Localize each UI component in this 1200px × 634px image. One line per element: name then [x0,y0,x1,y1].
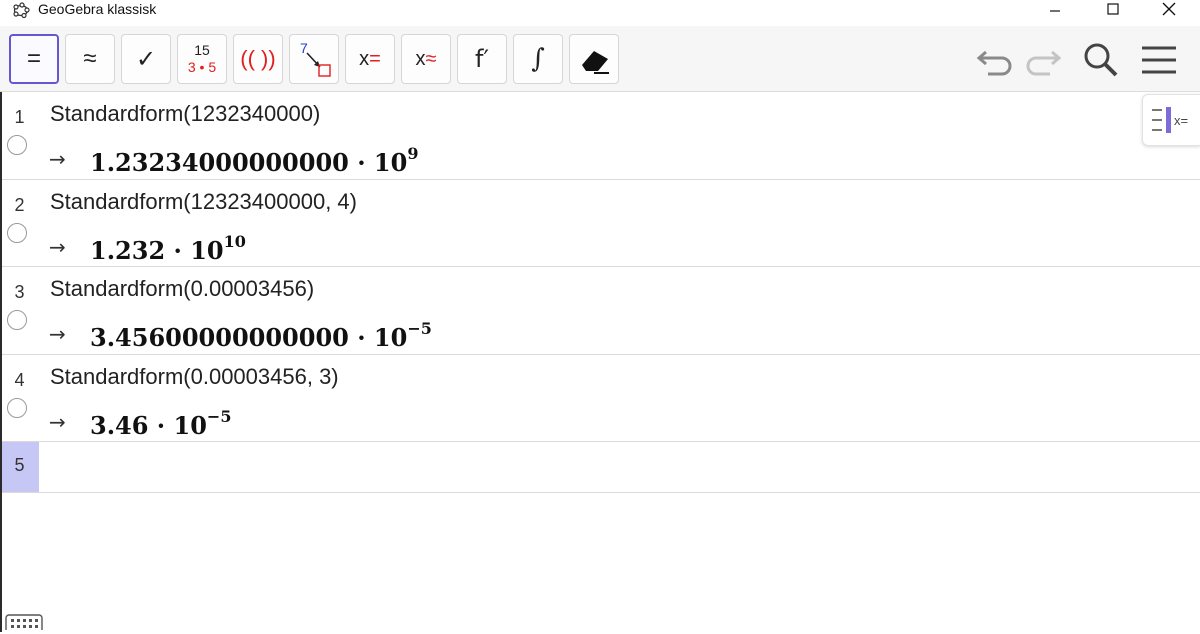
row-input[interactable]: Standardform(0.00003456, 3) [50,364,339,390]
cas-row[interactable]: 3 Standardform(0.00003456) → 3.456000000… [0,267,1200,355]
row-number: 3 [14,282,25,302]
derivative-tool[interactable]: f′ [457,34,507,84]
close-button[interactable] [1146,0,1192,18]
equals-icon: = [26,45,41,72]
output-mantissa: 3.45600000000000 · 10 [90,323,408,352]
maximize-icon [1107,3,1119,15]
algebra-view-icon: x= [1151,107,1188,133]
output-exponent: −5 [407,319,432,338]
cas-row[interactable]: 4 Standardform(0.00003456, 3) → 3.46 · 1… [0,355,1200,442]
substitute-icon: 7 [300,40,331,77]
checkmark-icon: ✓ [135,45,157,73]
factor-result-label: 3 • 5 [187,59,217,75]
cas-row[interactable]: 1 Standardform(1232340000) → 1.232340000… [0,92,1200,180]
numeric-approx-tool[interactable]: ≈ [65,34,115,84]
search-button[interactable] [1078,38,1122,82]
result-arrow-icon: → [49,410,66,434]
geogebra-logo-icon [12,1,30,19]
factor-number-label: 15 [194,42,210,58]
result-arrow-icon: → [49,147,66,171]
integral-tool[interactable]: ∫ [513,34,563,84]
eraser-icon [582,51,609,74]
title-bar: GeoGebra klassisk [0,0,1200,22]
solve-numeric-icon: x≈ [415,47,437,70]
close-icon [1162,2,1176,16]
visibility-toggle[interactable] [7,135,27,155]
output-exponent: 10 [223,232,246,251]
output-mantissa: 3.46 · 10 [90,411,207,440]
visibility-toggle[interactable] [7,310,27,330]
redo-icon [1026,50,1062,76]
minimize-icon [1050,10,1060,12]
substitute-tool[interactable]: 7 [289,34,339,84]
row-output: 1.232 · 1010 [90,232,246,265]
check-input-tool[interactable]: ✓ [121,34,171,84]
output-exponent: −5 [206,407,232,426]
result-arrow-icon: → [49,322,66,346]
solve-numerically-tool[interactable]: x≈ [401,34,451,84]
row-output: 3.45600000000000 · 10−5 [90,319,432,352]
integral-icon: ∫ [531,44,545,74]
row-output: 3.46 · 10−5 [90,407,231,440]
redo-button[interactable] [1020,38,1064,82]
output-mantissa: 1.232 · 10 [90,236,224,265]
window-title: GeoGebra klassisk [38,1,157,17]
row-input[interactable]: Standardform(0.00003456) [50,276,314,302]
panel-toggle-label: x= [1174,113,1188,128]
cas-row[interactable]: 2 Standardform(12323400000, 4) → 1.232 ·… [0,180,1200,267]
cas-toolbar: = ≈ ✓ 15 3 • 5 (( )) 7 x= x≈ f′ ∫ [0,26,1200,92]
solve-icon: x= [359,47,381,70]
derivative-icon: f′ [475,45,489,73]
output-mantissa: 1.23234000000000 · 10 [90,148,408,177]
symbolic-equals-tool[interactable]: = [9,34,59,84]
expand-tool[interactable]: (( )) [233,34,283,84]
visibility-toggle[interactable] [7,398,27,418]
output-exponent: 9 [407,144,419,163]
search-icon [1084,43,1118,77]
row-number: 1 [14,107,25,127]
solve-tool[interactable]: x= [345,34,395,84]
hamburger-menu-icon [1142,46,1176,74]
minimize-button[interactable] [1032,0,1078,18]
cas-input-row[interactable]: 5 [0,442,1200,493]
algebra-panel-toggle-button[interactable]: x= [1142,94,1200,146]
undo-button[interactable] [974,38,1018,82]
factor-icon: 15 3 • 5 [188,42,216,76]
expand-icon: (( )) [240,46,276,71]
maximize-button[interactable] [1090,0,1136,18]
result-arrow-icon: → [49,235,66,259]
row-input[interactable]: Standardform(1232340000) [50,101,320,127]
approx-icon: ≈ [83,45,97,72]
row-number: 4 [14,370,25,390]
row-input[interactable]: Standardform(12323400000, 4) [50,189,357,215]
undo-icon [976,50,1012,76]
keyboard-icon [5,614,43,634]
eraser-tool[interactable] [569,34,619,84]
row-number: 2 [14,195,25,215]
row-output: 1.23234000000000 · 109 [90,144,418,177]
window-border [0,92,2,632]
factor-number-tool[interactable]: 15 3 • 5 [177,34,227,84]
main-menu-button[interactable] [1137,38,1181,82]
visibility-toggle[interactable] [7,223,27,243]
virtual-keyboard-button[interactable] [5,614,43,634]
row-number: 5 [14,455,25,475]
